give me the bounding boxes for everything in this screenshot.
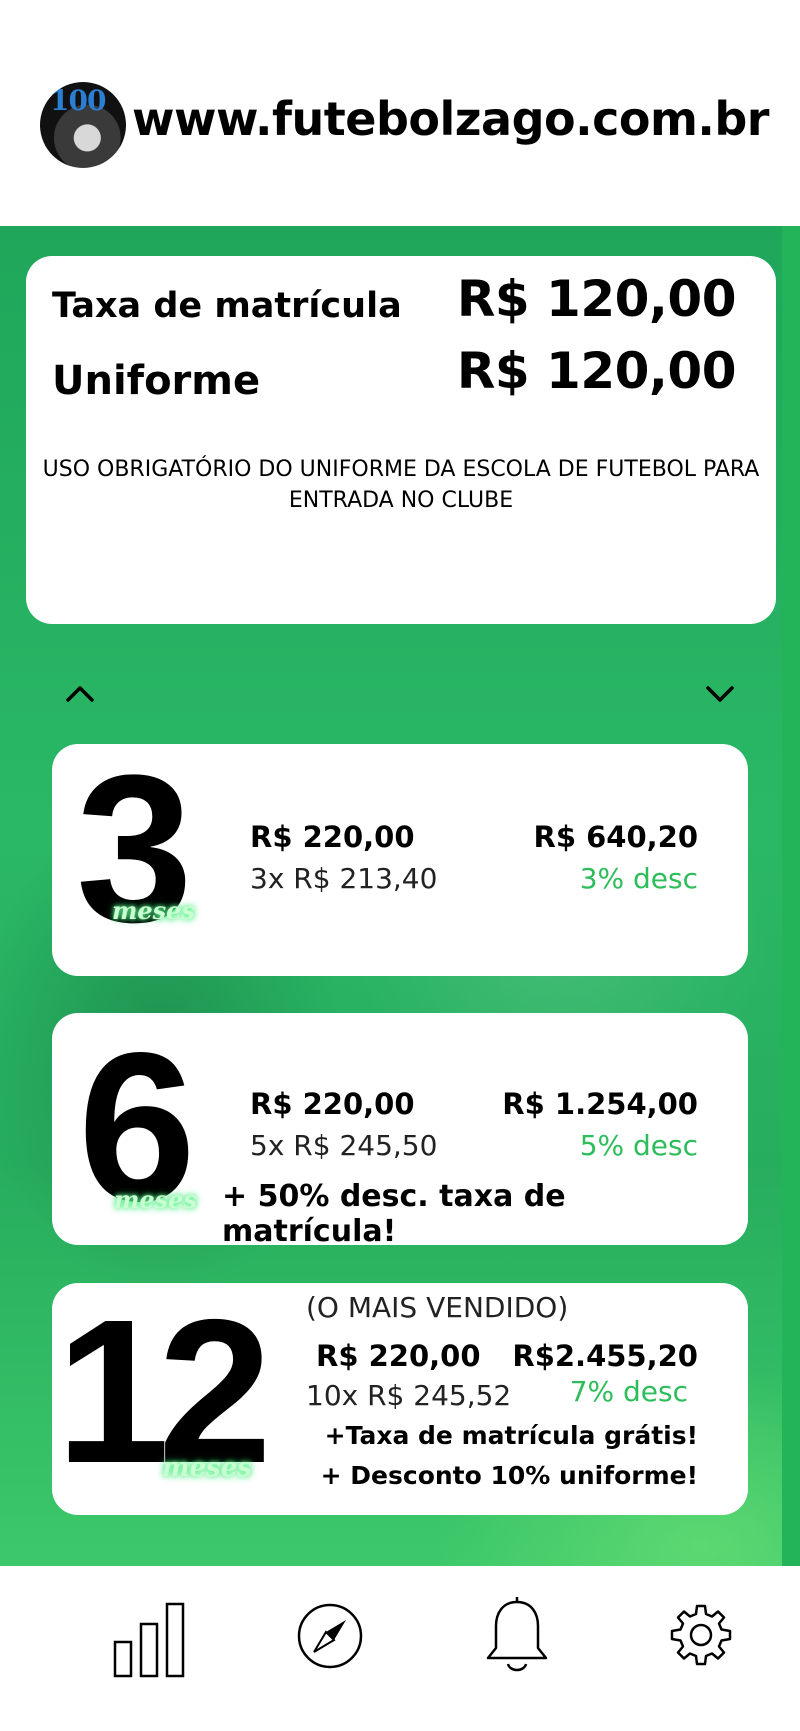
plan-card-12-months[interactable]: 12 meses (O MAIS VENDIDO) R$ 220,00 10x … (52, 1283, 748, 1515)
gear-icon[interactable] (670, 1604, 732, 1666)
plan-promo-enrollment: +Taxa de matrícula grátis! (324, 1421, 698, 1450)
uniform-value: R$ 120,00 (456, 342, 737, 400)
plan-total: R$2.455,20 (512, 1339, 698, 1373)
uniform-label: Uniforme (52, 358, 261, 404)
plan-installments: 10x R$ 245,52 (306, 1379, 512, 1412)
plan-installments: 5x R$ 245,50 (250, 1129, 438, 1162)
bell-icon[interactable] (484, 1596, 550, 1678)
enrollment-fee-label: Taxa de matrícula (52, 286, 402, 326)
plan-total: R$ 1.254,00 (502, 1087, 698, 1121)
plan-card-6-months[interactable]: 6 meses R$ 220,00 5x R$ 245,50 R$ 1.254,… (52, 1013, 748, 1249)
logo-badge[interactable]: 100 (40, 82, 126, 168)
bar-chart-icon[interactable] (112, 1600, 188, 1678)
logo-text: 100 (50, 84, 106, 117)
bottom-nav (0, 1566, 800, 1731)
enrollment-fee-value: R$ 120,00 (456, 270, 737, 328)
plan-unit: meses (114, 1185, 197, 1214)
plan-installments: 3x R$ 213,40 (250, 862, 438, 895)
chevron-down-icon[interactable] (702, 676, 738, 712)
chevron-up-icon[interactable] (62, 676, 98, 712)
plan-card-3-months[interactable]: 3 meses R$ 220,00 3x R$ 213,40 R$ 640,20… (52, 744, 748, 976)
plan-monthly-price: R$ 220,00 (316, 1339, 481, 1373)
fees-card: Taxa de matrícula R$ 120,00 Uniforme R$ … (26, 256, 776, 624)
scroll-edge (782, 226, 800, 1566)
plan-promo: + 50% desc. taxa de matrícula! (222, 1179, 566, 1249)
plan-promo-uniform: + Desconto 10% uniforme! (320, 1461, 698, 1490)
plan-monthly-price: R$ 220,00 (250, 1087, 415, 1121)
plan-unit: meses (112, 896, 195, 925)
uniform-notice: USO OBRIGATÓRIO DO UNIFORME DA ESCOLA DE… (42, 457, 760, 513)
plan-monthly-price: R$ 220,00 (250, 820, 415, 854)
site-url[interactable]: www.futebolzago.com.br (132, 92, 769, 146)
plan-unit: meses (162, 1453, 252, 1483)
plan-discount: 3% desc (579, 862, 698, 895)
compass-icon[interactable] (296, 1602, 364, 1670)
plan-badge-best-seller: (O MAIS VENDIDO) (306, 1291, 569, 1324)
app-header: 100 www.futebolzago.com.br (0, 0, 800, 226)
plan-discount: 7% desc (569, 1375, 688, 1408)
plan-discount: 5% desc (579, 1129, 698, 1162)
plan-total: R$ 640,20 (533, 820, 698, 854)
